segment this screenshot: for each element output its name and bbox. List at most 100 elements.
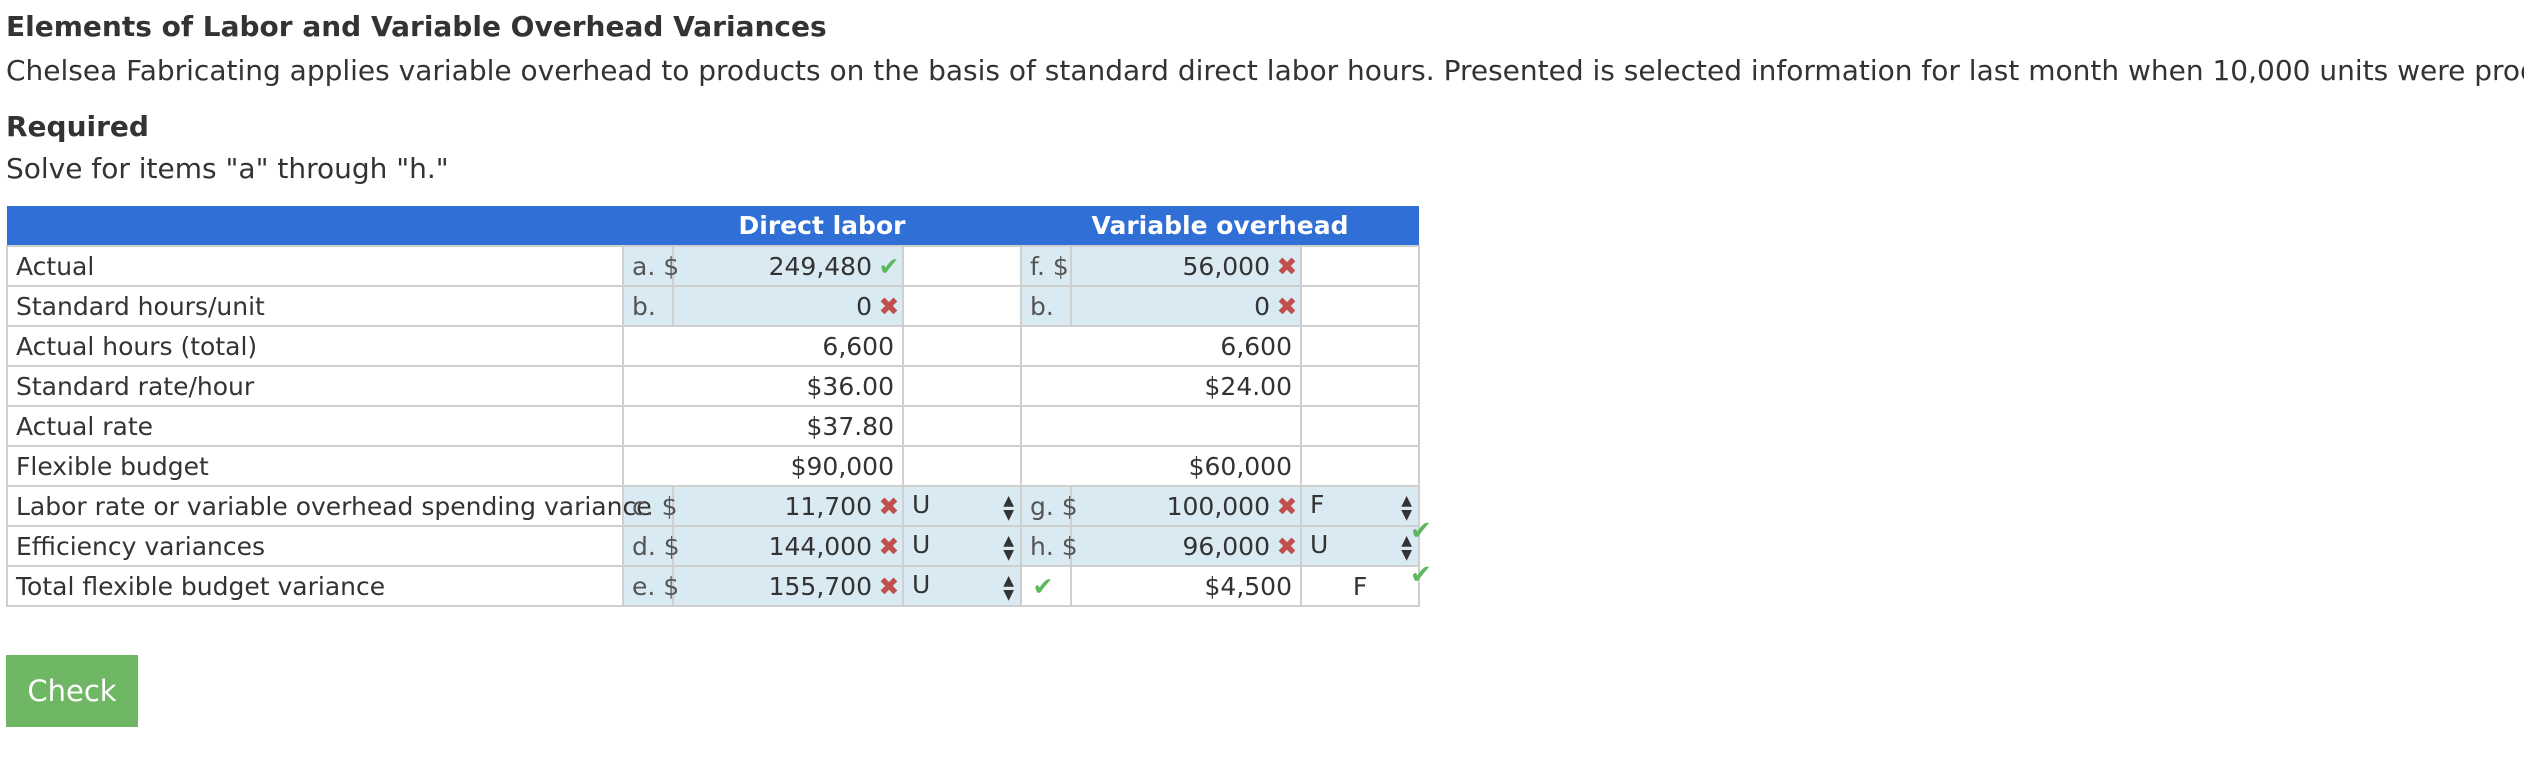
row-label: Actual: [6, 245, 624, 287]
dl-empty: [902, 405, 1022, 447]
table-row: Efficiency variances d. $ 144,000 ✖ U ▲ ▼ h…: [6, 525, 1421, 567]
variance-table: Direct labor Variable overhead Actual a.…: [6, 206, 1421, 607]
dl-input[interactable]: 155,700 ✖: [672, 565, 904, 607]
dl-value: 0: [856, 291, 872, 321]
page-title: Elements of Labor and Variable Overhead …: [6, 10, 827, 43]
vo-input[interactable]: 100,000 ✖: [1070, 485, 1302, 527]
cross-icon: ✖: [1276, 491, 1298, 521]
dl-value: $90,000: [622, 445, 904, 487]
required-heading: Required: [6, 110, 149, 143]
header-blank: [7, 206, 623, 246]
vo-value: $4,500: [1070, 565, 1302, 607]
dl-input[interactable]: 144,000 ✖: [672, 525, 904, 567]
table-header-row: Direct labor Variable overhead: [7, 206, 1420, 246]
cross-icon: ✖: [1276, 251, 1298, 281]
row-check-icon: ✔: [1410, 560, 1432, 590]
dl-prefix: d. $: [622, 525, 680, 567]
dl-empty: [902, 445, 1022, 487]
vo-select-value: F: [1310, 490, 1325, 519]
dl-input[interactable]: 249,480 ✔: [672, 245, 904, 287]
dl-input[interactable]: 0 ✖: [672, 285, 904, 327]
vo-value: 100,000: [1166, 491, 1270, 521]
vo-empty: [1299, 325, 1421, 367]
vo-value: [1020, 405, 1302, 447]
table-row: Flexible budget $90,000 $60,000: [6, 445, 1421, 487]
vo-empty: [1299, 245, 1421, 287]
row-label: Flexible budget: [6, 445, 624, 487]
dl-empty: [902, 325, 1022, 367]
cross-icon: ✖: [1276, 291, 1298, 321]
dl-empty: [902, 285, 1022, 327]
vo-fu-select[interactable]: U ▲ ▼: [1299, 525, 1421, 567]
spinner-icon: ▲ ▼: [1003, 573, 1014, 603]
table-row: Standard hours/unit b. 0 ✖ b. 0 ✖: [6, 285, 1421, 327]
vo-value: 96,000: [1182, 531, 1270, 561]
row-label: Efficiency variances: [6, 525, 624, 567]
vo-value: 6,600: [1020, 325, 1302, 367]
vo-prefix: h. $: [1020, 525, 1078, 567]
dl-prefix: a. $: [622, 245, 679, 287]
check-icon: ✔: [1032, 571, 1054, 601]
table-row: Actual rate $37.80: [6, 405, 1421, 447]
vo-prefix: g. $: [1020, 485, 1078, 527]
header-variable-overhead: Variable overhead: [1021, 206, 1420, 246]
vo-value: $60,000: [1020, 445, 1302, 487]
vo-empty: [1299, 365, 1421, 407]
vo-prefix: f. $: [1020, 245, 1072, 287]
vo-value: 0: [1254, 291, 1270, 321]
table-row: Standard rate/hour $36.00 $24.00: [6, 365, 1421, 407]
dl-fu-select[interactable]: U ▲ ▼: [902, 485, 1022, 527]
dl-value: 155,700: [768, 571, 872, 601]
dl-fu-select[interactable]: U ▲ ▼: [902, 565, 1022, 607]
spinner-icon: ▲ ▼: [1003, 533, 1014, 563]
row-label: Total flexible budget variance: [6, 565, 624, 607]
page: Elements of Labor and Variable Overhead …: [0, 0, 2524, 760]
vo-value: 56,000: [1182, 251, 1270, 281]
vo-input[interactable]: 0 ✖: [1070, 285, 1302, 327]
table-row: Actual hours (total) 6,600 6,600: [6, 325, 1421, 367]
dl-fu-select[interactable]: U ▲ ▼: [902, 525, 1022, 567]
dl-value: $37.80: [622, 405, 904, 447]
cross-icon: ✖: [1276, 531, 1298, 561]
row-label: Standard rate/hour: [6, 365, 624, 407]
vo-input[interactable]: 96,000 ✖: [1070, 525, 1302, 567]
required-text: Solve for items "a" through "h.": [6, 152, 449, 185]
dl-empty: [902, 245, 1022, 287]
table-row: Labor rate or variable overhead spending…: [6, 485, 1421, 527]
vo-prefix: b.: [1020, 285, 1072, 327]
row-label: Actual rate: [6, 405, 624, 447]
row-label: Labor rate or variable overhead spending…: [6, 485, 652, 527]
check-button[interactable]: Check: [6, 655, 138, 727]
vo-fav: F: [1299, 565, 1421, 607]
vo-select-value: U: [1310, 530, 1329, 559]
row-label: Actual hours (total): [6, 325, 624, 367]
vo-empty: [1299, 285, 1421, 327]
dl-prefix: b.: [622, 285, 674, 327]
dl-value: $36.00: [622, 365, 904, 407]
row-check-icon: ✔: [1410, 516, 1432, 546]
dl-value: 144,000: [768, 531, 872, 561]
cross-icon: ✖: [878, 491, 900, 521]
dl-input[interactable]: 11,700 ✖: [672, 485, 904, 527]
cross-icon: ✖: [878, 531, 900, 561]
cross-icon: ✖: [878, 291, 900, 321]
problem-intro: Chelsea Fabricating applies variable ove…: [6, 54, 2524, 87]
vo-empty: [1299, 445, 1421, 487]
dl-select-value: U: [912, 570, 931, 599]
dl-value: 6,600: [622, 325, 904, 367]
table-row: Total flexible budget variance e. $ 155,…: [6, 565, 1421, 607]
vo-input[interactable]: 56,000 ✖: [1070, 245, 1302, 287]
row-label: Standard hours/unit: [6, 285, 624, 327]
dl-value: 11,700: [784, 491, 872, 521]
dl-select-value: U: [912, 490, 931, 519]
check-icon: ✔: [878, 251, 900, 281]
dl-value: 249,480: [768, 251, 872, 281]
dl-select-value: U: [912, 530, 931, 559]
table-row: Actual a. $ 249,480 ✔ f. $ 56,000 ✖: [6, 245, 1421, 287]
dl-prefix: e. $: [622, 565, 679, 607]
vo-empty: [1299, 405, 1421, 447]
header-direct-labor: Direct labor: [623, 206, 1021, 246]
spinner-icon: ▲ ▼: [1003, 493, 1014, 523]
cross-icon: ✖: [878, 571, 900, 601]
vo-fu-select[interactable]: F ▲ ▼: [1299, 485, 1421, 527]
